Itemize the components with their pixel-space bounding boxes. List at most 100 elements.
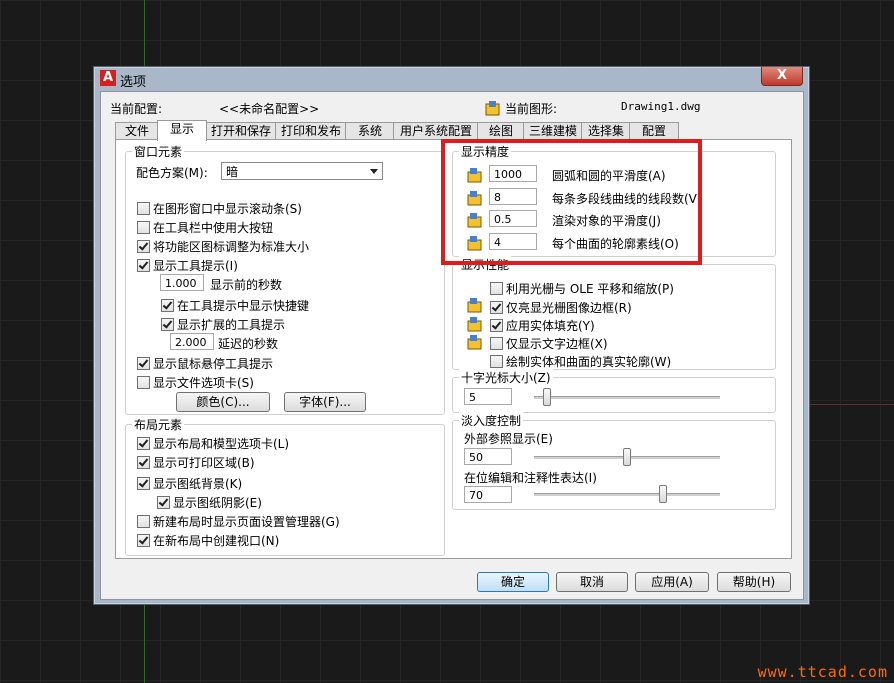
crosshair-size-slider[interactable] [534,388,720,406]
checkbox-box[interactable] [490,355,503,368]
tab-open-save[interactable]: 打开和保存 [205,122,277,140]
tooltip-delay-label: 显示前的秒数 [210,278,283,292]
drawing-icon [485,101,500,116]
close-button[interactable]: X [761,67,803,86]
checkbox-label: 显示可打印区域(B) [153,456,255,470]
checkbox-printable-area[interactable]: 显示可打印区域(B) [137,454,255,471]
checkbox-box[interactable] [161,299,174,312]
tab-plot-publish[interactable]: 打印和发布 [275,122,347,140]
current-profile-value: <<未命名配置>> [219,102,320,116]
tab-display[interactable]: 显示 [157,120,207,141]
tab-system[interactable]: 系统 [345,122,395,140]
checkbox-page-setup-manager[interactable]: 新建布局时显示页面设置管理器(G) [137,513,340,530]
xref-fade-label: 外部参照显示(E) [464,432,553,446]
dialog-title: 选项 [120,75,147,90]
checkbox-box[interactable] [137,515,150,528]
color-scheme-select[interactable]: 暗 [221,162,383,180]
checkbox-box[interactable] [137,357,150,370]
extended-delay-input[interactable]: 2.000 [170,333,214,350]
layout-elements-group: 布局元素 显示布局和模型选项卡(L) 显示可打印区域(B) 显示图纸背景(K) … [125,416,445,556]
slider-thumb[interactable] [623,448,631,466]
checkbox-extended-tooltips[interactable]: 显示扩展的工具提示 [161,316,285,333]
checkbox-box[interactable] [137,221,150,234]
checkbox-label: 显示鼠标悬停工具提示 [153,357,274,371]
checkbox-file-tabs[interactable]: 显示文件选项卡(S) [137,374,254,391]
checkbox-box[interactable] [490,319,503,332]
watermark: www.ttcad.com [757,663,888,681]
checkbox-raster-frame-highlight[interactable]: 仅亮显光栅图像边框(R) [490,299,632,316]
checkbox-show-scrollbars[interactable]: 在图形窗口中显示滚动条(S) [137,200,302,217]
checkbox-box[interactable] [137,376,150,389]
canvas-axis-x [810,404,894,405]
extended-delay-label: 延迟的秒数 [218,337,279,351]
checkbox-label: 应用实体填充(Y) [506,319,595,333]
checkbox-box[interactable] [137,202,150,215]
crosshair-size-input[interactable]: 5 [464,388,512,405]
xref-fade-slider[interactable] [534,448,720,466]
layout-elements-title: 布局元素 [132,416,185,433]
tab-drafting[interactable]: 绘图 [477,122,525,140]
checkbox-layout-model-tabs[interactable]: 显示布局和模型选项卡(L) [137,435,289,452]
checkbox-box[interactable] [161,318,174,331]
checkbox-raster-ole-pan[interactable]: 利用光栅与 OLE 平移和缩放(P) [490,280,674,297]
cancel-button[interactable]: 取消 [556,572,628,592]
help-button[interactable]: 帮助(H) [717,572,791,592]
tooltip-delay-input[interactable]: 1.000 [160,274,204,291]
checkbox-label: 显示文件选项卡(S) [153,376,254,390]
tab-selection[interactable]: 选择集 [581,122,631,140]
xref-fade-input[interactable]: 50 [464,448,512,465]
checkbox-solid-fill[interactable]: 应用实体填充(Y) [490,317,595,334]
checkbox-label: 显示图纸阴影(E) [173,496,262,510]
tab-user-preferences[interactable]: 用户系统配置 [393,122,479,140]
checkbox-box[interactable] [137,437,150,450]
checkbox-text-frame[interactable]: 仅显示文字边框(X) [490,335,608,352]
checkbox-large-buttons[interactable]: 在工具栏中使用大按钮 [137,219,273,236]
tab-files[interactable]: 文件 [115,122,159,140]
checkbox-box[interactable] [137,259,150,272]
checkbox-box[interactable] [137,240,150,253]
slider-thumb[interactable] [543,388,551,406]
apply-button[interactable]: 应用(A) [635,572,709,592]
checkbox-label: 仅显示文字边框(X) [506,337,608,351]
checkbox-label: 仅亮显光栅图像边框(R) [506,301,632,315]
title-bar[interactable]: A 选项 X [94,67,809,91]
checkbox-paper-background[interactable]: 显示图纸背景(K) [137,475,242,492]
checkbox-true-silhouettes[interactable]: 绘制实体和曲面的真实轮廓(W) [490,353,671,370]
slider-thumb[interactable] [659,485,667,503]
inplace-fade-slider[interactable] [534,485,720,503]
checkbox-label: 将功能区图标调整为标准大小 [153,240,310,254]
window-elements-group: 窗口元素 配色方案(M): 暗 在图形窗口中显示滚动条(S) 在工具栏中使用大按… [125,143,445,415]
fade-control-title: 淡入度控制 [459,412,524,429]
colors-button[interactable]: 颜色(C)... [176,392,270,412]
autocad-logo-icon: A [100,70,116,86]
checkbox-paper-shadow[interactable]: 显示图纸阴影(E) [157,494,262,511]
tab-3d-modeling[interactable]: 三维建模 [523,122,583,140]
slider-track [534,396,720,399]
checkbox-create-viewport[interactable]: 在新布局中创建视口(N) [137,532,279,549]
checkbox-show-tooltips[interactable]: 显示工具提示(I) [137,257,238,274]
checkbox-box[interactable] [157,496,170,509]
checkbox-label: 利用光栅与 OLE 平移和缩放(P) [506,282,674,296]
checkbox-rollover-tooltips[interactable]: 显示鼠标悬停工具提示 [137,355,273,372]
checkbox-standard-ribbon-icons[interactable]: 将功能区图标调整为标准大小 [137,238,309,255]
checkbox-box[interactable] [137,456,150,469]
inplace-fade-input[interactable]: 70 [464,486,512,503]
checkbox-label: 在工具提示中显示快捷键 [177,299,310,313]
current-drawing-label: 当前图形: [505,102,558,116]
tab-profiles[interactable]: 配置 [629,122,679,140]
current-drawing-value: Drawing1.dwg [621,100,701,113]
checkbox-box[interactable] [490,282,503,295]
drawing-setting-icon [467,298,482,313]
ok-button[interactable]: 确定 [477,572,549,592]
checkbox-box[interactable] [137,534,150,547]
color-scheme-label: 配色方案(M): [136,166,208,180]
checkbox-box[interactable] [490,337,503,350]
checkbox-box[interactable] [490,301,503,314]
checkbox-shortcut-keys[interactable]: 在工具提示中显示快捷键 [161,297,309,314]
slider-track [534,493,720,496]
crosshair-size-title: 十字光标大小(Z) [459,369,553,386]
drawing-setting-icon [467,335,482,350]
checkbox-label: 新建布局时显示页面设置管理器(G) [153,515,340,529]
checkbox-box[interactable] [137,477,150,490]
fonts-button[interactable]: 字体(F)... [284,392,366,412]
